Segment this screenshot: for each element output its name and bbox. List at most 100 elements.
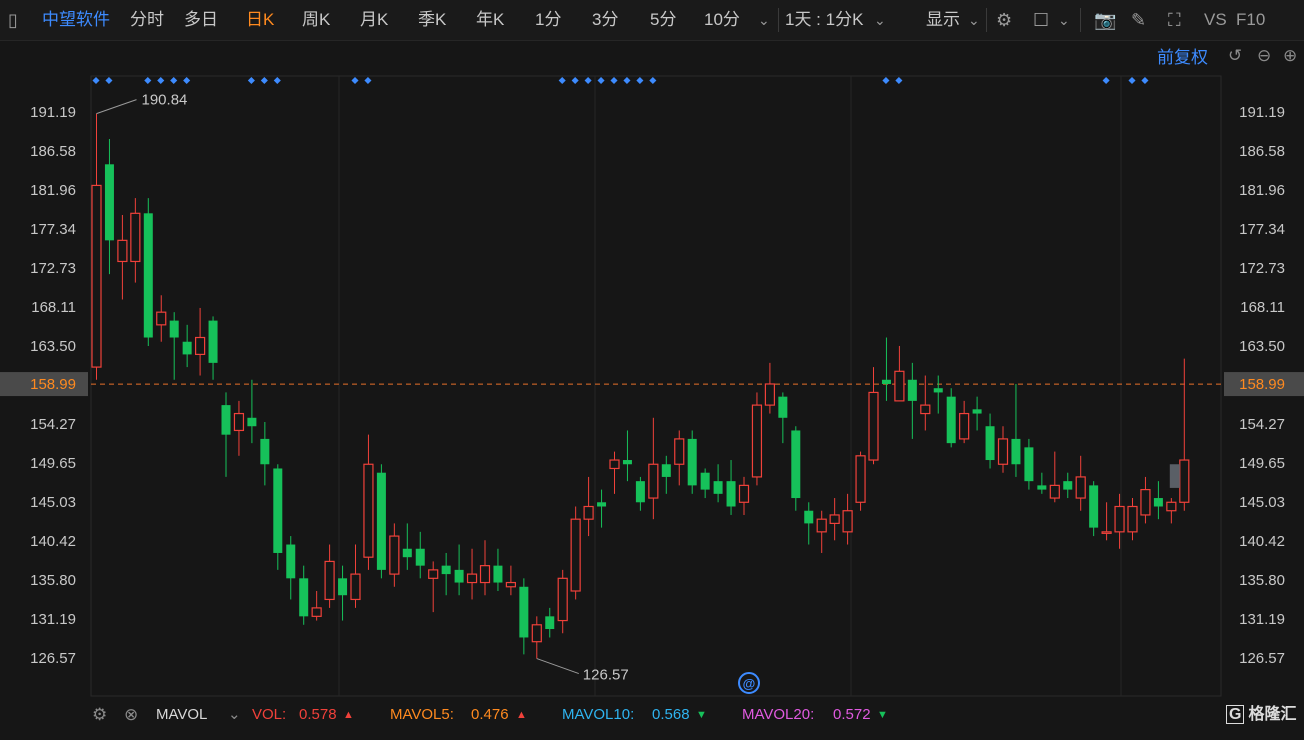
event-marker bbox=[364, 76, 372, 85]
candle bbox=[233, 400, 245, 456]
display-menu[interactable]: 显示 bbox=[926, 0, 960, 40]
indicator-name[interactable]: MAVOL bbox=[156, 700, 207, 730]
y-tick-label-right: 145.03 bbox=[1239, 494, 1285, 511]
candle bbox=[415, 531, 425, 579]
event-marker bbox=[351, 76, 359, 85]
candle-body bbox=[791, 430, 801, 499]
vs-button[interactable]: VS bbox=[1204, 0, 1227, 40]
candle-body bbox=[894, 370, 905, 402]
mavol5-label: MAVOL5: bbox=[390, 706, 454, 723]
chevron-down-icon[interactable]: ⌄ bbox=[228, 700, 241, 730]
down-arrow-icon: ▼ bbox=[696, 709, 707, 721]
tab-yearly-k[interactable]: 年K bbox=[476, 0, 504, 40]
tab-intraday[interactable]: 分时 bbox=[130, 0, 164, 40]
candle bbox=[1024, 438, 1034, 490]
interval-selector[interactable]: 1天 : 1分K bbox=[785, 0, 863, 40]
candle bbox=[1114, 493, 1125, 549]
chevron-down-icon[interactable]: ⌄ bbox=[968, 0, 980, 40]
square-icon[interactable]: ☐ bbox=[1033, 0, 1049, 40]
candle bbox=[1075, 455, 1086, 511]
candle bbox=[985, 413, 995, 469]
fullscreen-icon[interactable]: ⛶ bbox=[1168, 0, 1181, 40]
candle bbox=[260, 422, 270, 486]
candle-body bbox=[816, 518, 827, 533]
candle-body bbox=[1049, 484, 1060, 499]
event-marker bbox=[558, 76, 566, 85]
candle-body bbox=[143, 213, 153, 338]
candle bbox=[972, 396, 982, 431]
tab-10min[interactable]: 10分 bbox=[704, 0, 740, 40]
candle-body bbox=[311, 607, 322, 617]
candle-body bbox=[247, 417, 257, 427]
low-price-label: 126.57 bbox=[583, 667, 629, 684]
gear-icon[interactable]: ⚙ bbox=[92, 700, 107, 730]
candle bbox=[169, 312, 179, 380]
event-marker bbox=[584, 76, 592, 85]
pencil-icon[interactable]: ✎ bbox=[1131, 0, 1146, 40]
candle bbox=[635, 476, 645, 511]
y-tick-label-right: 135.80 bbox=[1239, 572, 1285, 589]
chevron-down-icon[interactable]: ⌄ bbox=[1058, 0, 1070, 40]
candle-body bbox=[195, 336, 206, 356]
candlestick-chart[interactable]: 191.19 191.19 186.58 186.58 181.96 181.96 177.… bbox=[0, 40, 1304, 700]
tab-3min[interactable]: 3分 bbox=[592, 0, 618, 40]
sidebar-toggle-icon[interactable]: ▯ bbox=[8, 0, 18, 40]
zoom-in-icon[interactable]: ⊕ bbox=[1283, 46, 1297, 66]
candle bbox=[104, 138, 114, 275]
chevron-down-icon[interactable]: ⌄ bbox=[758, 0, 770, 40]
tab-1min[interactable]: 1分 bbox=[535, 0, 561, 40]
close-icon[interactable]: ⊗ bbox=[124, 700, 138, 730]
candle-body bbox=[674, 438, 685, 465]
candle-body bbox=[505, 581, 516, 588]
toolbar: ▯ 中望软件 分时 多日 日K 周K 月K 季K 年K 1分 3分 5分 10分… bbox=[0, 0, 1304, 41]
candle bbox=[208, 316, 218, 380]
y-tick-label-right: 126.57 bbox=[1239, 650, 1285, 667]
candle-body bbox=[441, 565, 451, 575]
y-tick-label-left: 131.19 bbox=[30, 611, 76, 628]
event-marker bbox=[1102, 76, 1110, 85]
y-tick-label-left: 186.58 bbox=[30, 143, 76, 160]
chevron-down-icon[interactable]: ⌄ bbox=[874, 0, 886, 40]
candle-body bbox=[946, 396, 956, 444]
candle bbox=[363, 434, 374, 570]
zoom-out-icon[interactable]: ⊖ bbox=[1257, 46, 1271, 66]
candle bbox=[91, 113, 102, 380]
y-tick-label-left: 177.34 bbox=[30, 221, 76, 238]
y-tick-label-right: 177.34 bbox=[1239, 221, 1285, 238]
candle bbox=[531, 616, 542, 659]
at-glyph: @ bbox=[743, 676, 756, 691]
f10-button[interactable]: F10 bbox=[1236, 0, 1265, 40]
candle-body bbox=[804, 510, 814, 524]
indicator-bar: ⚙ ⊗ MAVOL ⌄ VOL: 0.578 ▲ MAVOL5: 0.476 ▲… bbox=[0, 700, 1304, 730]
candle bbox=[1101, 502, 1112, 541]
candle-body bbox=[1140, 489, 1151, 516]
y-tick-label-left: 158.99 bbox=[30, 376, 76, 393]
y-tick-label-right: 181.96 bbox=[1239, 182, 1285, 199]
tab-multiday[interactable]: 多日 bbox=[184, 0, 218, 40]
candle-body bbox=[920, 404, 931, 415]
candle bbox=[1049, 451, 1060, 503]
candle bbox=[804, 502, 814, 545]
tab-weekly-k[interactable]: 周K bbox=[302, 0, 330, 40]
candle bbox=[894, 345, 905, 402]
tab-quarterly-k[interactable]: 季K bbox=[418, 0, 446, 40]
tab-monthly-k[interactable]: 月K bbox=[360, 0, 388, 40]
candle bbox=[479, 540, 491, 596]
stock-name[interactable]: 中望软件 bbox=[42, 0, 110, 40]
candle-body bbox=[622, 460, 632, 465]
candle-body bbox=[376, 472, 386, 570]
event-marker bbox=[105, 76, 113, 85]
adjust-mode-button[interactable]: 前复权 bbox=[1157, 40, 1208, 76]
candle bbox=[466, 548, 478, 600]
candle-body bbox=[182, 341, 192, 355]
y-tick-label-right: 149.65 bbox=[1239, 455, 1285, 472]
camera-icon[interactable]: 📷 bbox=[1094, 0, 1116, 40]
tab-daily-k[interactable]: 日K bbox=[246, 0, 274, 40]
undo-icon[interactable]: ↺ bbox=[1228, 46, 1242, 66]
gear-icon[interactable]: ⚙ bbox=[996, 0, 1012, 40]
candle bbox=[505, 565, 516, 596]
tab-5min[interactable]: 5分 bbox=[650, 0, 676, 40]
candle-body bbox=[286, 544, 296, 579]
event-marker bbox=[260, 76, 268, 85]
y-tick-label-right: 158.99 bbox=[1239, 376, 1285, 393]
